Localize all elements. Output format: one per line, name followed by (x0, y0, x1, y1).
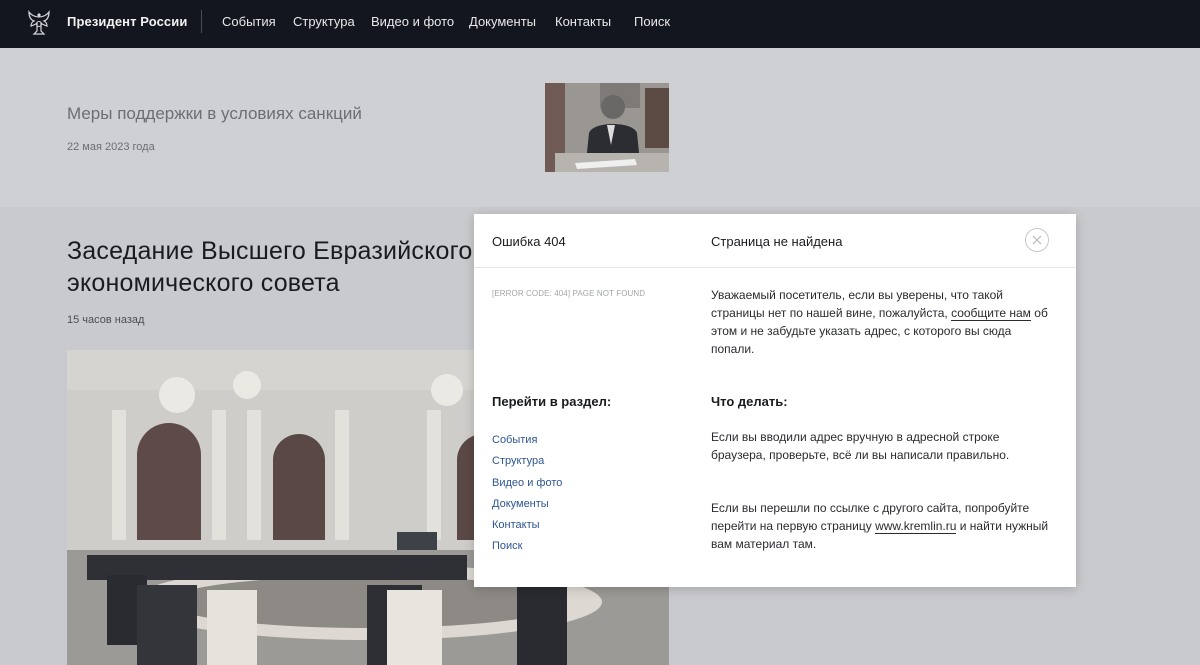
tip-external-link: Если вы перешли по ссылке с другого сайт… (711, 499, 1051, 553)
not-found-title: Страница не найдена (711, 234, 843, 249)
nav-search[interactable]: Поиск (634, 14, 670, 29)
section-link-search[interactable]: Поиск (492, 536, 562, 557)
section-links: События Структура Видео и фото Документы… (492, 430, 562, 558)
site-brand-link[interactable]: Президент России (67, 14, 187, 29)
top-nav-bar: Президент России События Структура Видео… (0, 0, 1200, 48)
feed-item-headline[interactable]: Заседание Высшего Евразийского экономиче… (67, 235, 477, 299)
error-title: Ошибка 404 (492, 234, 566, 249)
section-link-structure[interactable]: Структура (492, 451, 562, 472)
goto-section-heading: Перейти в раздел: (492, 394, 612, 409)
tip-manual-address: Если вы вводили адрес вручную в адресной… (711, 430, 1010, 462)
nav-video-photo[interactable]: Видео и фото (371, 14, 454, 29)
feed-item-date: 22 мая 2023 года (67, 141, 155, 153)
section-link-contacts[interactable]: Контакты (492, 515, 562, 536)
nav-documents[interactable]: Документы (469, 14, 536, 29)
error-code-label: [ERROR CODE: 404] PAGE NOT FOUND (492, 289, 646, 298)
section-link-documents[interactable]: Документы (492, 494, 562, 515)
error-message: Уважаемый посетитель, если вы уверены, ч… (711, 286, 1051, 358)
error-404-modal: Ошибка 404 Страница не найдена [ERROR CO… (474, 214, 1076, 587)
section-link-events[interactable]: События (492, 430, 562, 451)
nav-contacts[interactable]: Контакты (555, 14, 611, 29)
section-link-video-photo[interactable]: Видео и фото (492, 473, 562, 494)
report-link[interactable]: сообщите нам (951, 306, 1031, 321)
feed-item-thumbnail[interactable] (545, 83, 669, 172)
kremlin-home-link[interactable]: www.kremlin.ru (875, 519, 957, 534)
close-icon (1032, 235, 1042, 245)
coat-of-arms-icon[interactable] (25, 9, 53, 37)
close-button[interactable] (1025, 228, 1049, 252)
what-to-do-heading: Что делать: (711, 394, 788, 409)
nav-structure[interactable]: Структура (293, 14, 355, 29)
nav-divider (201, 10, 202, 33)
modal-header: Ошибка 404 Страница не найдена (474, 214, 1076, 268)
feed-item-title[interactable]: Меры поддержки в условиях санкций (67, 104, 362, 124)
nav-events[interactable]: События (222, 14, 276, 29)
feed-item-date: 15 часов назад (67, 314, 145, 326)
